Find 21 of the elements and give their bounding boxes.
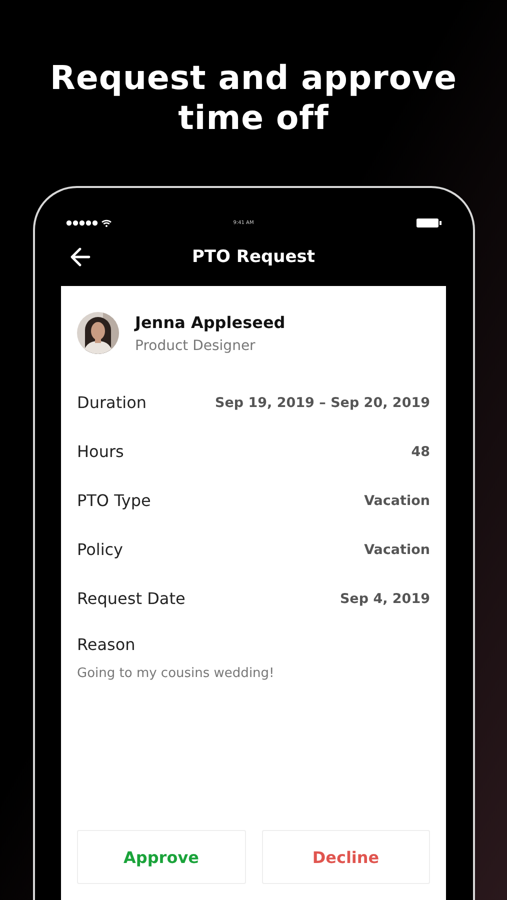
decline-button[interactable]: Decline [262, 830, 430, 884]
battery-icon [416, 218, 442, 228]
employee-role: Product Designer [135, 338, 256, 354]
screen-title: PTO Request [192, 247, 316, 267]
reason-label: Reason [77, 635, 136, 654]
detail-value: Vacation [364, 542, 430, 558]
detail-value: 48 [411, 444, 430, 460]
headline: Request and approve time off [49, 58, 458, 138]
detail-value: Vacation [364, 492, 430, 508]
reason-text: Going to my cousins wedding! [77, 666, 276, 681]
detail-value: Sep 19, 2019 – Sep 20, 2019 [214, 394, 430, 410]
detail-label: Hours [77, 442, 124, 461]
detail-value: Sep 4, 2019 [340, 590, 430, 606]
detail-label: Policy [77, 540, 124, 559]
detail-label: Duration [77, 393, 146, 412]
approve-button[interactable]: Approve [77, 830, 246, 884]
detail-label: PTO Type [77, 491, 151, 510]
detail-label: Request Date [77, 589, 186, 608]
employee-name: Jenna Appleseed [135, 312, 286, 332]
signal-icon [66, 219, 112, 227]
back-arrow-icon[interactable] [68, 247, 90, 267]
